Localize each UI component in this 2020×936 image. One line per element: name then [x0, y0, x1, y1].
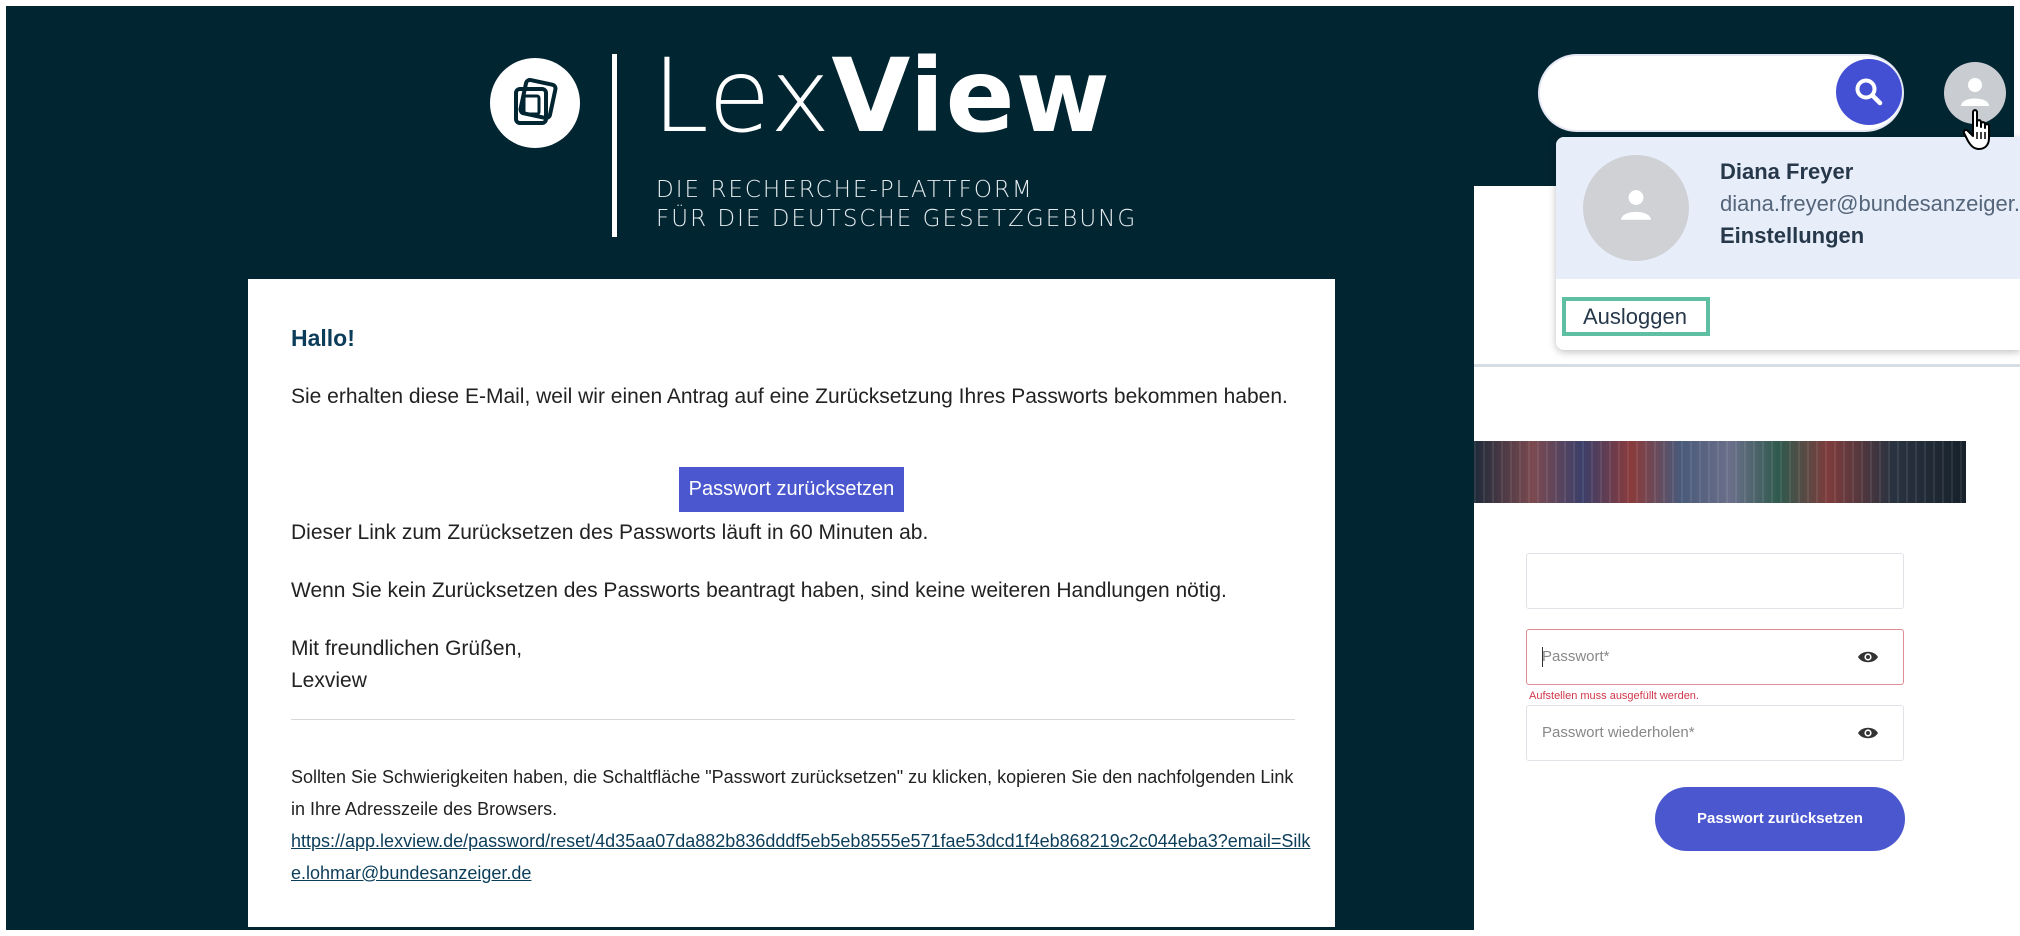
user-icon: [1621, 190, 1651, 220]
search-icon: [1855, 78, 1883, 106]
logo-word-lex: Lex: [652, 37, 832, 156]
email-paragraph-ignore: Wenn Sie kein Zurücksetzen des Passworts…: [291, 579, 1227, 602]
password-field[interactable]: Passwort*: [1526, 629, 1904, 685]
hand-cursor-icon: [1962, 108, 1996, 157]
logo-tagline: DIE RECHERCHE-PLATTFORM FÜR DIE DEUTSCHE…: [656, 176, 1137, 234]
email-card: Hallo! Sie erhalten diese E-Mail, weil w…: [248, 279, 1335, 927]
submit-reset-button[interactable]: Passwort zurücksetzen: [1655, 787, 1905, 851]
password-placeholder: Passwort*: [1542, 648, 1610, 665]
user-email: diana.freyer@bundesanzeiger.de: [1720, 191, 2020, 216]
email-paragraph-request: Sie erhalten diese E-Mail, weil wir eine…: [291, 385, 1288, 408]
email-field[interactable]: [1526, 553, 1904, 609]
reset-password-button[interactable]: Passwort zurücksetzen: [679, 467, 904, 512]
email-closing: Mit freundlichen Grüßen,: [291, 637, 523, 660]
logo-divider: [612, 54, 617, 237]
user-icon: [1961, 78, 1989, 106]
reset-page-header-border: [1474, 364, 2020, 367]
lexview-logo-icon: [490, 58, 580, 148]
user-menu-dropdown: Diana Freyer diana.freyer@bundesanzeiger…: [1556, 137, 2020, 350]
email-help-text: Sollten Sie Schwierigkeiten haben, die S…: [291, 767, 1294, 819]
logout-button[interactable]: Ausloggen: [1562, 297, 1710, 336]
logo-word-view: View: [831, 37, 1111, 156]
banner-image: [1474, 441, 1966, 503]
eye-icon[interactable]: [1857, 650, 1879, 669]
email-signature: Lexview: [291, 669, 367, 692]
search-button[interactable]: [1836, 59, 1902, 125]
user-name: Diana Freyer: [1720, 159, 1854, 184]
password-repeat-field[interactable]: Passwort wiederholen*: [1526, 705, 1904, 761]
password-repeat-placeholder: Passwort wiederholen*: [1542, 724, 1695, 741]
logo-tagline-line1: DIE RECHERCHE-PLATTFORM: [656, 177, 1034, 203]
logo-wordmark: LexView: [652, 46, 1111, 148]
search-input[interactable]: [1564, 72, 1818, 114]
lexview-logo: LexView DIE RECHERCHE-PLATTFORM FÜR DIE …: [488, 46, 1135, 242]
user-menu-header: Diana Freyer diana.freyer@bundesanzeiger…: [1556, 137, 2020, 279]
email-paragraph-expiry: Dieser Link zum Zurücksetzen des Passwor…: [291, 521, 929, 544]
eye-icon[interactable]: [1857, 726, 1879, 745]
email-divider: [291, 719, 1295, 720]
email-greeting: Hallo!: [291, 325, 355, 351]
logo-tagline-line2: FÜR DIE DEUTSCHE GESETZGEBUNG: [656, 206, 1138, 232]
user-menu-avatar: [1583, 155, 1689, 261]
settings-link[interactable]: Einstellungen: [1720, 223, 1864, 249]
password-error-text: Aufstellen muss ausgefüllt werden.: [1529, 690, 1699, 702]
reset-link[interactable]: https://app.lexview.de/password/reset/4d…: [291, 825, 1311, 889]
